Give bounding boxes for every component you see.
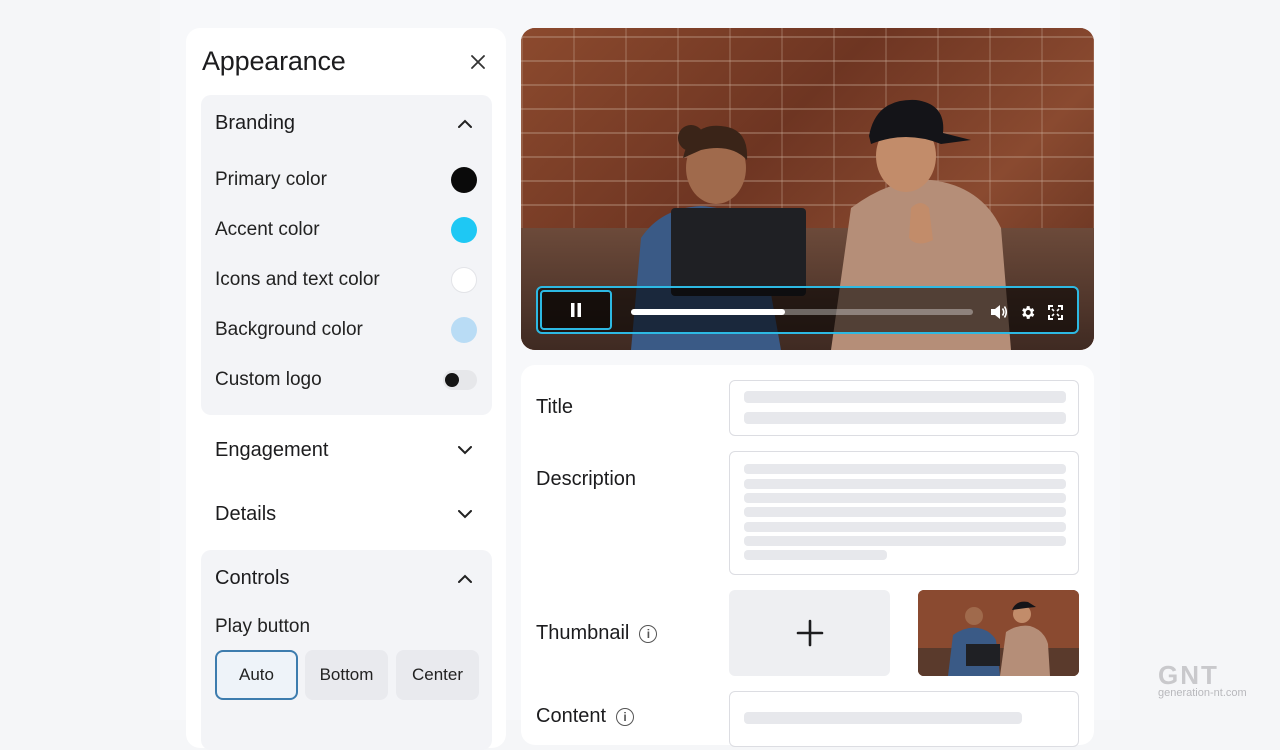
volume-icon [991,305,1008,319]
thumbnail-image[interactable] [918,590,1079,676]
skeleton-line [744,712,1022,724]
content-label: Content i [536,705,635,728]
accent-color-row[interactable]: Accent color [215,215,477,245]
controls-section: Controls Play button Auto Bottom Center [201,550,492,750]
close-icon [471,55,485,69]
play-button-center-option[interactable]: Center [396,650,479,700]
custom-logo-row: Custom logo [215,365,477,395]
player-controls-bar [536,286,1079,334]
accent-color-label: Accent color [215,219,320,240]
toggle-knob [445,373,459,387]
progress-fill [631,309,785,315]
custom-logo-toggle[interactable] [443,370,477,390]
primary-color-label: Primary color [215,169,327,190]
description-label-text: Description [536,468,637,490]
fullscreen-icon [1047,304,1063,320]
background-color-row[interactable]: Background color [215,315,477,345]
laptop [671,208,806,296]
icons-text-color-row[interactable]: Icons and text color [215,265,477,295]
play-button-label: Play button [215,616,311,637]
engagement-header: Engagement [215,439,329,461]
watermark-sub: generation-nt.com [1158,687,1247,699]
description-field[interactable] [729,451,1079,575]
info-icon[interactable]: i [616,707,635,726]
background-color-swatch[interactable] [451,317,477,343]
pause-button[interactable] [540,290,612,330]
panel-title: Appearance [202,46,346,76]
engagement-section[interactable]: Engagement [201,423,492,479]
thumbnail-scene [918,590,1079,676]
pause-icon [571,303,581,317]
volume-button[interactable] [989,302,1009,322]
chevron-down-icon [456,505,474,523]
play-button-auto-option[interactable]: Auto [215,650,298,700]
appearance-panel: Appearance Branding Primary color Accent… [186,28,506,750]
details-header: Details [215,503,277,525]
background-color-label: Background color [215,319,363,340]
watermark-logo: GNT generation-nt.com [1158,660,1268,700]
gear-icon [1021,305,1034,319]
video-details-form: Title Description Thumbnail i Content i [521,365,1094,747]
skeleton-line [744,536,1066,546]
skeleton-line [744,479,1066,489]
skeleton-line [744,412,1066,424]
details-section[interactable]: Details [201,487,492,543]
video-preview[interactable] [521,28,1094,350]
skeleton-line [744,550,887,560]
thumbnail-label: Thumbnail i [536,622,658,645]
settings-button[interactable] [1017,302,1037,322]
title-field[interactable] [729,380,1079,436]
skeleton-line [744,391,1066,403]
play-button-bottom-option[interactable]: Bottom [305,650,388,700]
skeleton-line [744,522,1066,532]
progress-track[interactable] [631,309,973,315]
skeleton-line [744,507,1066,517]
custom-logo-label: Custom logo [215,369,322,390]
info-icon[interactable]: i [639,624,658,643]
plus-icon [796,619,823,647]
skeleton-line [744,464,1066,474]
chevron-down-icon [456,441,474,459]
add-thumbnail-button[interactable] [729,590,890,676]
branding-section: Branding Primary color Accent color Icon… [201,95,492,415]
primary-color-swatch[interactable] [451,167,477,193]
chevron-up-icon[interactable] [456,114,474,132]
icons-text-color-swatch[interactable] [451,267,477,293]
icons-text-color-label: Icons and text color [215,269,380,290]
controls-header[interactable]: Controls [215,567,289,590]
description-label: Description [536,468,636,491]
branding-header[interactable]: Branding [215,112,295,135]
skeleton-line [744,493,1066,503]
content-select[interactable] [729,691,1079,747]
chevron-up-icon[interactable] [456,569,474,587]
fullscreen-button[interactable] [1045,302,1065,322]
title-label-text: Title [536,396,574,418]
accent-color-swatch[interactable] [451,217,477,243]
title-label: Title [536,396,573,419]
close-button[interactable] [466,50,490,74]
primary-color-row[interactable]: Primary color [215,165,477,195]
thumbnail-label-text: Thumbnail [536,622,630,644]
content-label-text: Content [536,705,607,727]
